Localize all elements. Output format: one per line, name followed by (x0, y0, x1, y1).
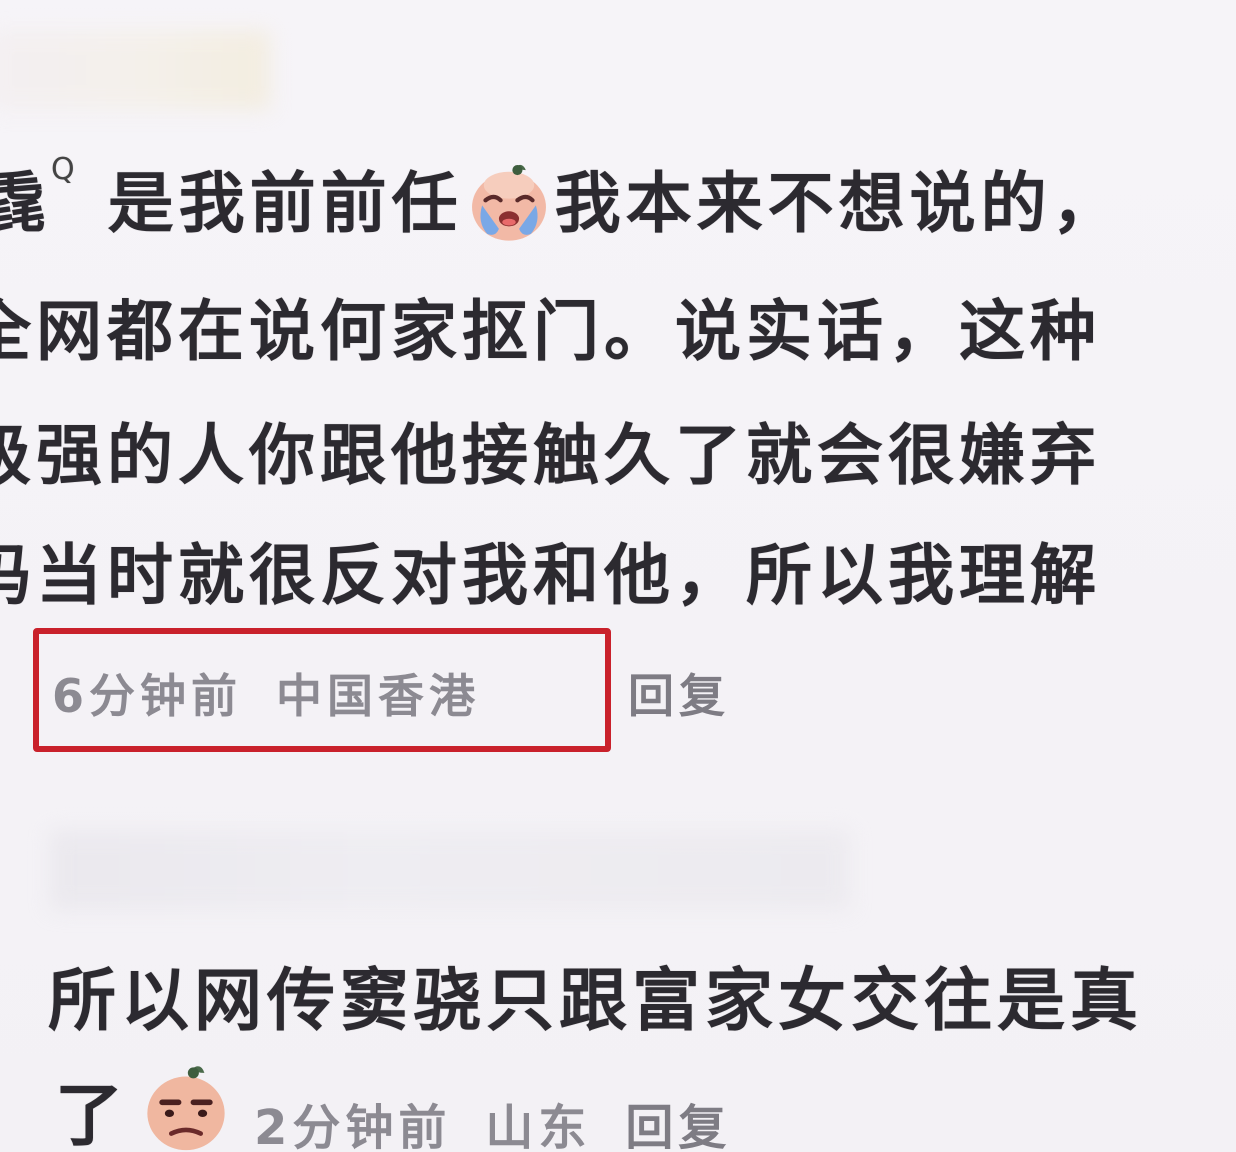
blurred-username (50, 830, 850, 910)
comment-timestamp: 6分钟前 (52, 669, 243, 723)
comment-text-fragment: 我本来不想说的， (554, 165, 1123, 242)
comment-text-fragment: 毳 (0, 165, 51, 242)
comment-location: 中国香港 (276, 669, 481, 723)
comment-text-line: 全网都在说何家抠门。说实话，这种 (0, 293, 1101, 370)
grimace-face-emoji-icon (147, 1066, 225, 1151)
reply-button[interactable]: 回复 (625, 1100, 731, 1152)
comment-screenshot: 毳Q 是我前前任 我本来不想说的， 全网都在说何家抠门。说实话，这种 级强的人你… (0, 0, 1236, 1152)
comment-timestamp: 2分钟前 (254, 1100, 452, 1152)
reply-button[interactable]: 回复 (628, 660, 730, 726)
comment-text-line: 妈当时就很反对我和他，所以我理解 (0, 537, 1101, 614)
comment-text-line: 级强的人你跟他接触久了就会很嫌弃 (0, 417, 1101, 494)
blurred-username (0, 30, 270, 110)
comment-meta: 2分钟前 山东 回复 (254, 1088, 731, 1152)
comment-text-line: 了 (55, 1060, 128, 1152)
comment-text-line: 毳Q 是我前前任 我本来不想说的， (0, 150, 1123, 250)
comment-meta: 6分钟前 中国香港 回复 (52, 660, 725, 726)
comment-text-fragment: 是我前前任 (107, 165, 463, 242)
comment-text-line: 所以网传窦骁只跟富家女交往是真 (48, 962, 1144, 1041)
crying-face-emoji-icon (471, 164, 546, 241)
comment-text-fragment: 了 (55, 1077, 129, 1152)
comment-location: 山东 (485, 1100, 592, 1152)
mention-search-icon: Q (51, 152, 80, 187)
